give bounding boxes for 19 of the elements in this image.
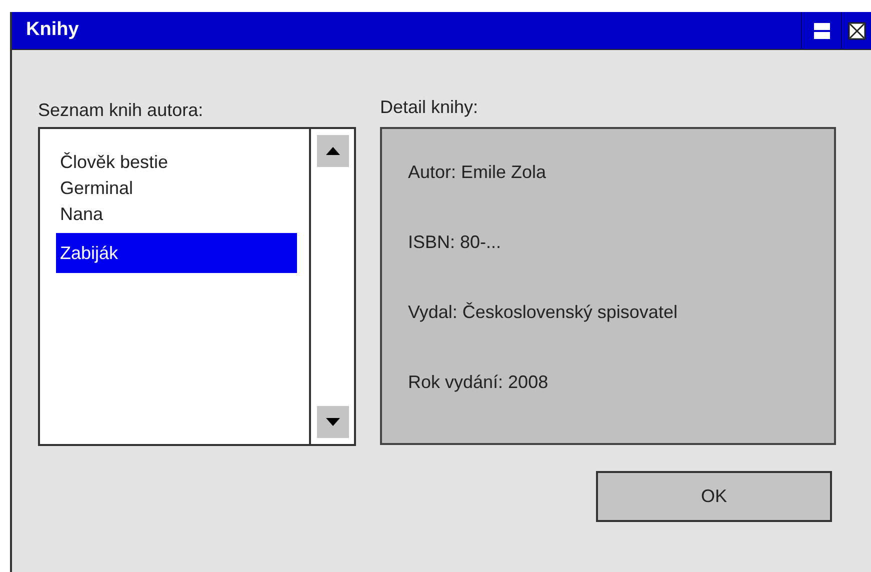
list-label: Seznam knih autora:	[38, 99, 204, 121]
close-icon	[848, 22, 866, 40]
list-item[interactable]: Germinal	[60, 175, 297, 201]
scroll-up-button[interactable]	[316, 135, 348, 167]
detail-text: Vydal: Československý spisovatel	[408, 301, 678, 323]
maximize-icon	[812, 22, 830, 40]
detail-text: ISBN: 80-...	[408, 231, 502, 253]
detail-text: Autor: Emile Zola	[408, 161, 548, 183]
down-arrow-icon	[326, 418, 340, 426]
up-arrow-icon	[326, 147, 340, 155]
detail-label: Detail knihy:	[380, 96, 480, 118]
scroll-down-button[interactable]	[316, 406, 348, 438]
book-listbox[interactable]: Člověk bestie Germinal Nana Zabiják	[38, 127, 356, 446]
list-item[interactable]: Člověk bestie	[60, 149, 297, 175]
ok-button[interactable]: OK	[596, 471, 832, 522]
detail-text: Rok vydání: 2008	[408, 371, 550, 393]
window-title: Knihy	[26, 18, 80, 42]
list-item[interactable]: Zabiják	[56, 233, 297, 273]
list-item[interactable]: Nana	[60, 201, 297, 227]
